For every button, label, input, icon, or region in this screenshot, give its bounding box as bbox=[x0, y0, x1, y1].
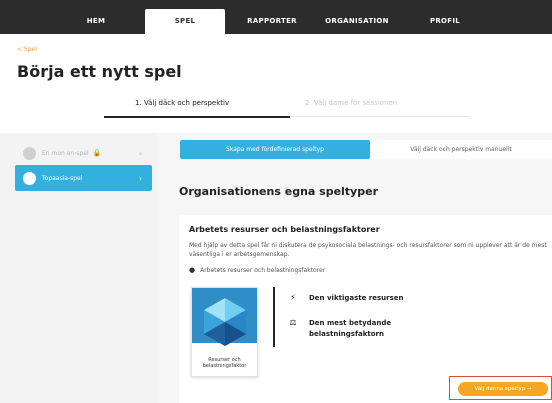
topaasia-logo-icon bbox=[23, 171, 36, 185]
weight-icon: ⚖ bbox=[289, 318, 297, 327]
sidebar-item-label: Topaasia-spel bbox=[42, 174, 83, 182]
nav-item-hem[interactable]: HEM bbox=[61, 9, 131, 34]
feature-burden: ⚖ Den mest betydande belastningsfaktorn bbox=[287, 318, 404, 340]
divider bbox=[273, 287, 275, 347]
card-title: Arbetets resurser och belastningsfaktore… bbox=[189, 225, 380, 234]
game-icon bbox=[23, 146, 36, 160]
sidebar-item-label: En mon en-spel bbox=[42, 149, 89, 157]
sidebar-item-en-mon-en-spel: En mon en-spel 🔒 › bbox=[15, 140, 152, 166]
lightning-icon: ⚡ bbox=[290, 293, 296, 302]
top-navigation: HEM SPEL RAPPORTER ORGANISATION PROFIL bbox=[0, 0, 552, 34]
deck-tile-caption: Resurser och belastningsfaktor bbox=[202, 357, 247, 369]
section-title: Organisationens egna speltyper bbox=[179, 185, 378, 198]
nav-item-spel[interactable]: SPEL bbox=[145, 9, 225, 34]
nav-item-profil[interactable]: PROFIL bbox=[410, 9, 480, 34]
step-2-line bbox=[290, 116, 470, 117]
feature-label: Den viktigaste resursen bbox=[309, 294, 404, 302]
deck-tile: Resurser och belastningsfaktor bbox=[191, 287, 258, 377]
feature-resource: ⚡ Den viktigaste resursen bbox=[287, 293, 403, 304]
nav-item-organisation[interactable]: ORGANISATION bbox=[312, 9, 402, 34]
back-link[interactable]: < Spel bbox=[17, 46, 37, 53]
bullet-icon: ● bbox=[189, 266, 196, 274]
bullet-text: Arbetets resurser och belastningsfaktore… bbox=[200, 266, 326, 274]
choose-game-type-button[interactable]: Välj denna speltyp → bbox=[458, 382, 548, 396]
card-description: Med hjälp av detta spel får ni diskutera… bbox=[189, 242, 547, 258]
card-bullet: ● Arbetets resurser och belastningsfakto… bbox=[189, 266, 325, 274]
feature-label: Den mest betydande belastningsfaktorn bbox=[309, 319, 392, 338]
tab-manual-deck-selection[interactable]: Välj däck och perspektiv manuellt bbox=[370, 140, 552, 159]
page-title: Börja ett nytt spel bbox=[17, 62, 182, 81]
step-2: 2. Välj dame för sessionen bbox=[305, 99, 398, 107]
hexagon-gem-icon bbox=[204, 298, 246, 346]
chevron-right-icon: › bbox=[138, 173, 142, 183]
sidebar-item-topaasia-spel[interactable]: Topaasia-spel › bbox=[15, 165, 152, 191]
lock-icon: 🔒 bbox=[92, 149, 102, 157]
step-1: 1. Välj däck och perspektiv bbox=[135, 99, 230, 107]
tab-predefined-game-type[interactable]: Skapa med fördefinierad speltyp bbox=[180, 140, 370, 159]
nav-item-rapporter[interactable]: RAPPORTER bbox=[232, 9, 312, 34]
chevron-right-icon: › bbox=[138, 148, 142, 158]
step-1-underline bbox=[104, 116, 290, 118]
